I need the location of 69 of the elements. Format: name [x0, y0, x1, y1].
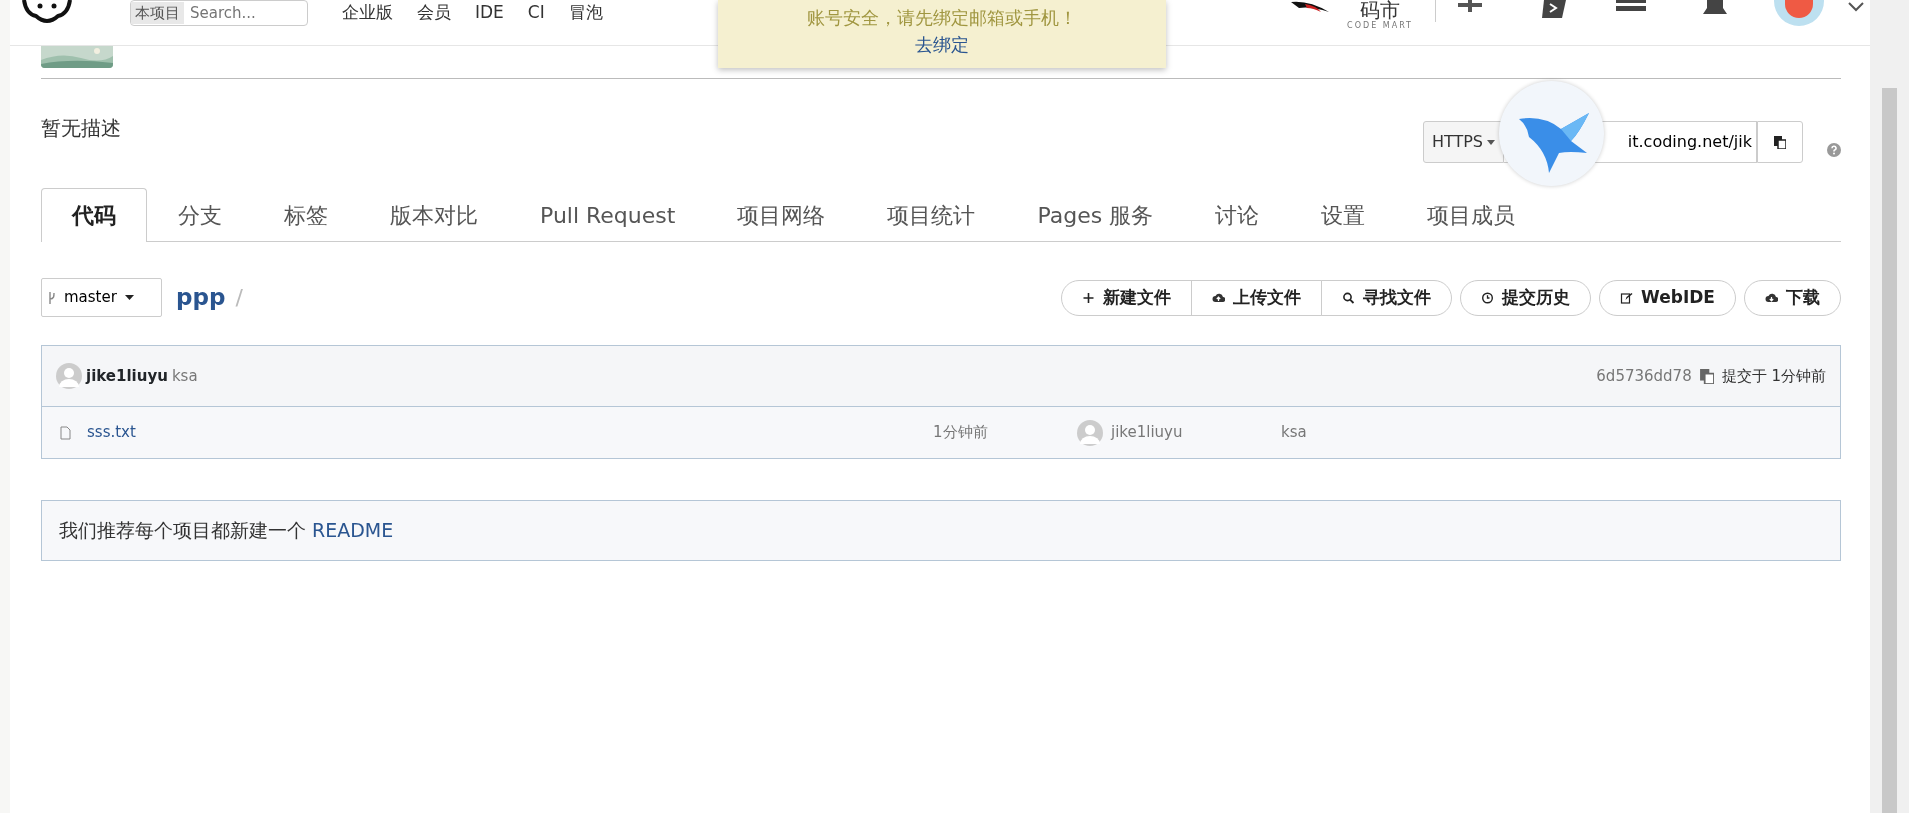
tab[interactable]: Pages 服务: [1006, 188, 1185, 242]
copy-button[interactable]: [1757, 121, 1803, 163]
nav-link[interactable]: CI: [527, 0, 545, 26]
commit-message: ksa: [171, 365, 198, 387]
bird-logo-icon[interactable]: [1291, 0, 1330, 14]
scrollbar[interactable]: [1870, 0, 1909, 813]
logo-icon[interactable]: [22, 0, 72, 26]
commit-time: 提交于 1分钟前: [1721, 365, 1826, 387]
tab[interactable]: 标签: [253, 188, 359, 242]
file-link[interactable]: sss.txt: [87, 421, 933, 444]
search-icon: [1342, 291, 1356, 304]
nav-link[interactable]: 企业版: [342, 0, 393, 26]
notice-banner: 账号安全，请先绑定邮箱或手机！ 去绑定: [718, 0, 1166, 68]
commit-hash[interactable]: 6d5736dd78: [1596, 364, 1692, 388]
file-row[interactable]: sss.txt 1分钟前 jike1liuyu ksa: [42, 407, 1840, 458]
url-field[interactable]: it.coding.net/jik: [1612, 121, 1757, 163]
new-file-button[interactable]: 新建文件: [1061, 279, 1193, 316]
plus-icon: [1082, 291, 1096, 304]
tab[interactable]: 代码: [41, 188, 147, 242]
tab[interactable]: 讨论: [1184, 188, 1291, 242]
caret-down-icon[interactable]: [1848, 2, 1864, 12]
cloud-upload-icon: [1212, 291, 1226, 304]
tab[interactable]: 版本对比: [359, 188, 509, 242]
edit-icon: [1620, 291, 1634, 304]
tab[interactable]: 设置: [1290, 188, 1397, 242]
plus-icon[interactable]: [1458, 0, 1482, 12]
tab[interactable]: Pull Request: [509, 188, 707, 242]
branch-icon: [48, 290, 56, 305]
tab[interactable]: 项目网络: [706, 188, 857, 242]
nav-link[interactable]: 冒泡: [568, 0, 603, 26]
author-link[interactable]: jike1liuyu: [86, 364, 168, 388]
find-file-button[interactable]: 寻找文件: [1321, 279, 1453, 316]
project-description: 暂无描述: [41, 115, 121, 142]
stack-icon[interactable]: [1616, 0, 1646, 14]
download-button[interactable]: 下载: [1744, 279, 1841, 316]
protocol-dropdown[interactable]: HTTPS: [1422, 121, 1504, 163]
branch-dropdown[interactable]: master: [41, 278, 162, 317]
file-author: jike1liuyu: [1111, 422, 1184, 444]
terminal-icon[interactable]: [1542, 0, 1568, 18]
caret-down-icon: [124, 295, 134, 300]
file-icon: [60, 425, 71, 440]
help-icon[interactable]: [1827, 143, 1841, 157]
webide-button[interactable]: WebIDE: [1599, 279, 1736, 316]
caret-down-icon: [1487, 139, 1495, 145]
avatar: [1077, 419, 1103, 446]
avatar: [56, 363, 82, 389]
bind-link[interactable]: 去绑定: [915, 34, 969, 55]
tab[interactable]: 项目统计: [856, 188, 1007, 242]
nav-link[interactable]: IDE: [475, 0, 504, 26]
tab[interactable]: 分支: [147, 188, 253, 242]
copy-icon: [1774, 135, 1786, 149]
upload-button[interactable]: 上传文件: [1191, 279, 1323, 316]
tab[interactable]: 项目成员: [1396, 188, 1547, 242]
clock-icon: [1481, 291, 1495, 304]
nav-link[interactable]: 会员: [417, 0, 451, 26]
brand-logo[interactable]: 码市 CODE MART: [1347, 0, 1413, 32]
search-scope[interactable]: 本项目: [131, 1, 184, 25]
path-link[interactable]: ppp: [176, 280, 226, 315]
readme-link[interactable]: README: [312, 516, 394, 545]
cloud-download-icon: [1765, 291, 1778, 304]
file-time: 1分钟前: [933, 422, 989, 444]
history-button[interactable]: 提交历史: [1460, 279, 1592, 316]
copy-icon[interactable]: [1699, 368, 1714, 384]
scrollbar-thumb[interactable]: [1882, 88, 1897, 813]
search-bar[interactable]: 本项目 Search...: [130, 0, 308, 26]
path-separator: /: [235, 284, 243, 312]
avatar[interactable]: [1774, 0, 1824, 26]
file-commit-message: ksa: [1281, 422, 1307, 444]
readme-hint: 我们推荐每个项目都新建一个: [59, 518, 306, 544]
